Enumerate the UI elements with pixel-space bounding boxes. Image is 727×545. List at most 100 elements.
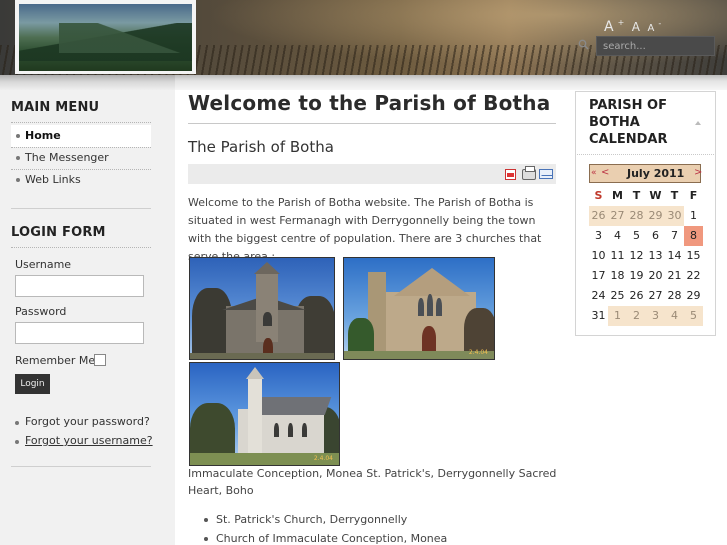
bullet-icon bbox=[15, 440, 19, 444]
search-input[interactable] bbox=[596, 36, 715, 56]
church-window bbox=[263, 312, 272, 326]
calendar-day[interactable]: 21 bbox=[665, 266, 684, 286]
collapse-icon[interactable] bbox=[695, 121, 701, 125]
calendar-day[interactable]: 15 bbox=[684, 246, 703, 266]
forgot-username-link[interactable]: Forgot your username? bbox=[15, 434, 153, 447]
calendar-day[interactable]: 24 bbox=[589, 286, 608, 306]
tower-gable bbox=[254, 262, 280, 274]
login-button[interactable]: Login bbox=[15, 374, 50, 394]
bullet-icon bbox=[15, 421, 19, 425]
church-gable bbox=[394, 268, 470, 296]
calendar-day[interactable]: 20 bbox=[646, 266, 665, 286]
main-menu-heading: MAIN MENU bbox=[11, 100, 100, 115]
password-label: Password bbox=[15, 305, 67, 318]
calendar-day[interactable]: 27 bbox=[608, 206, 627, 226]
menu-item-home[interactable]: Home bbox=[11, 125, 151, 147]
calendar-day[interactable]: 28 bbox=[665, 286, 684, 306]
calendar-weekday: M bbox=[612, 189, 623, 202]
logo-hill-shape bbox=[59, 23, 192, 53]
calendar-day[interactable]: 29 bbox=[684, 286, 703, 306]
calendar-heading: PARISH OF BOTHA CALENDAR bbox=[589, 98, 668, 147]
church-roof bbox=[250, 397, 332, 415]
logo-landscape-image bbox=[19, 4, 192, 71]
calendar-day[interactable]: 13 bbox=[646, 246, 665, 266]
calendar-day[interactable]: 6 bbox=[646, 226, 665, 246]
calendar-day[interactable]: 3 bbox=[646, 306, 665, 326]
calendar-day[interactable]: 8 bbox=[684, 226, 703, 246]
calendar-day[interactable]: 5 bbox=[684, 306, 703, 326]
title-divider bbox=[188, 123, 556, 124]
article-tools-bar bbox=[188, 164, 556, 184]
calendar-day[interactable]: 10 bbox=[589, 246, 608, 266]
calendar-day[interactable]: 27 bbox=[646, 286, 665, 306]
menu-item-the-messenger[interactable]: The Messenger bbox=[11, 147, 151, 169]
username-label: Username bbox=[15, 258, 72, 271]
font-larger-sup: + bbox=[617, 18, 625, 27]
sidebar-module-divider bbox=[11, 208, 151, 209]
prev-year-button[interactable]: « bbox=[591, 168, 597, 178]
remember-me-checkbox[interactable] bbox=[94, 354, 106, 366]
calendar-day[interactable]: 26 bbox=[627, 286, 646, 306]
password-field[interactable] bbox=[15, 322, 144, 344]
calendar-day[interactable]: 7 bbox=[665, 226, 684, 246]
calendar-day[interactable]: 19 bbox=[627, 266, 646, 286]
menu-item-web-links[interactable]: Web Links bbox=[11, 169, 151, 191]
menu-item-label: The Messenger bbox=[25, 151, 109, 164]
calendar-day[interactable]: 28 bbox=[627, 206, 646, 226]
calendar-day[interactable]: 25 bbox=[608, 286, 627, 306]
calendar-day[interactable]: 2 bbox=[627, 306, 646, 326]
calendar-day[interactable]: 1 bbox=[684, 206, 703, 226]
font-smaller-button[interactable]: A- bbox=[648, 19, 662, 33]
tower-gable bbox=[246, 367, 264, 379]
calendar-day[interactable]: 4 bbox=[608, 226, 627, 246]
prev-month-button[interactable]: < bbox=[601, 167, 609, 178]
next-month-button[interactable]: > bbox=[694, 167, 702, 178]
print-icon[interactable] bbox=[522, 166, 536, 180]
font-reset-button[interactable]: A bbox=[632, 20, 640, 34]
article-intro: Welcome to the Parish of Botha website. … bbox=[188, 196, 542, 263]
calendar-day[interactable]: 4 bbox=[665, 306, 684, 326]
font-larger-label: A bbox=[604, 18, 614, 35]
font-larger-button[interactable]: A + bbox=[604, 18, 624, 35]
church-window bbox=[274, 423, 279, 437]
remember-me-label: Remember Me bbox=[15, 354, 96, 367]
church-door bbox=[422, 326, 436, 352]
church-photo-monea[interactable] bbox=[189, 257, 335, 360]
calendar-weekday: F bbox=[689, 189, 698, 202]
menu-item-label: Web Links bbox=[25, 173, 81, 186]
calendar-day[interactable]: 3 bbox=[589, 226, 608, 246]
church-window bbox=[427, 294, 433, 316]
calendar-day[interactable]: 14 bbox=[665, 246, 684, 266]
calendar-day[interactable]: 12 bbox=[627, 246, 646, 266]
calendar-day[interactable]: 11 bbox=[608, 246, 627, 266]
photo-date-stamp: 2.4.04 bbox=[468, 349, 488, 356]
site-logo[interactable] bbox=[15, 0, 196, 74]
calendar-day[interactable]: 1 bbox=[608, 306, 627, 326]
photo-ground bbox=[190, 353, 334, 359]
font-smaller-sup: - bbox=[658, 19, 662, 29]
church-photo-boho[interactable]: 2.4.04 bbox=[189, 362, 340, 466]
sidebar-top-shade bbox=[0, 75, 175, 90]
calendar-day[interactable]: 30 bbox=[665, 206, 684, 226]
list-item: Church of Immaculate Conception, Monea bbox=[204, 532, 447, 545]
calendar-day[interactable]: 5 bbox=[627, 226, 646, 246]
bullet-icon bbox=[204, 518, 208, 522]
username-field[interactable] bbox=[15, 275, 144, 297]
forgot-password-link[interactable]: Forgot your password? bbox=[15, 415, 150, 428]
email-icon[interactable] bbox=[539, 169, 553, 179]
calendar-day[interactable]: 18 bbox=[608, 266, 627, 286]
calendar-day[interactable]: 29 bbox=[646, 206, 665, 226]
calendar-day[interactable]: 17 bbox=[589, 266, 608, 286]
calendar-weekday: T bbox=[670, 189, 679, 202]
calendar-day[interactable]: 22 bbox=[684, 266, 703, 286]
font-size-tools: A + A A- bbox=[604, 18, 665, 35]
calendar-day[interactable]: 26 bbox=[589, 206, 608, 226]
church-photo-derrygonnelly[interactable]: 2.4.04 bbox=[343, 257, 495, 360]
pdf-icon[interactable] bbox=[505, 169, 516, 180]
calendar-day[interactable]: 31 bbox=[589, 306, 608, 326]
church-window bbox=[288, 423, 293, 437]
calendar-weekday: S bbox=[594, 189, 603, 202]
photo-date-stamp: 2.4.04 bbox=[313, 455, 333, 462]
list-item-text: Church of Immaculate Conception, Monea bbox=[216, 532, 448, 545]
list-item-text: St. Patrick's Church, Derrygonnelly bbox=[216, 513, 408, 526]
